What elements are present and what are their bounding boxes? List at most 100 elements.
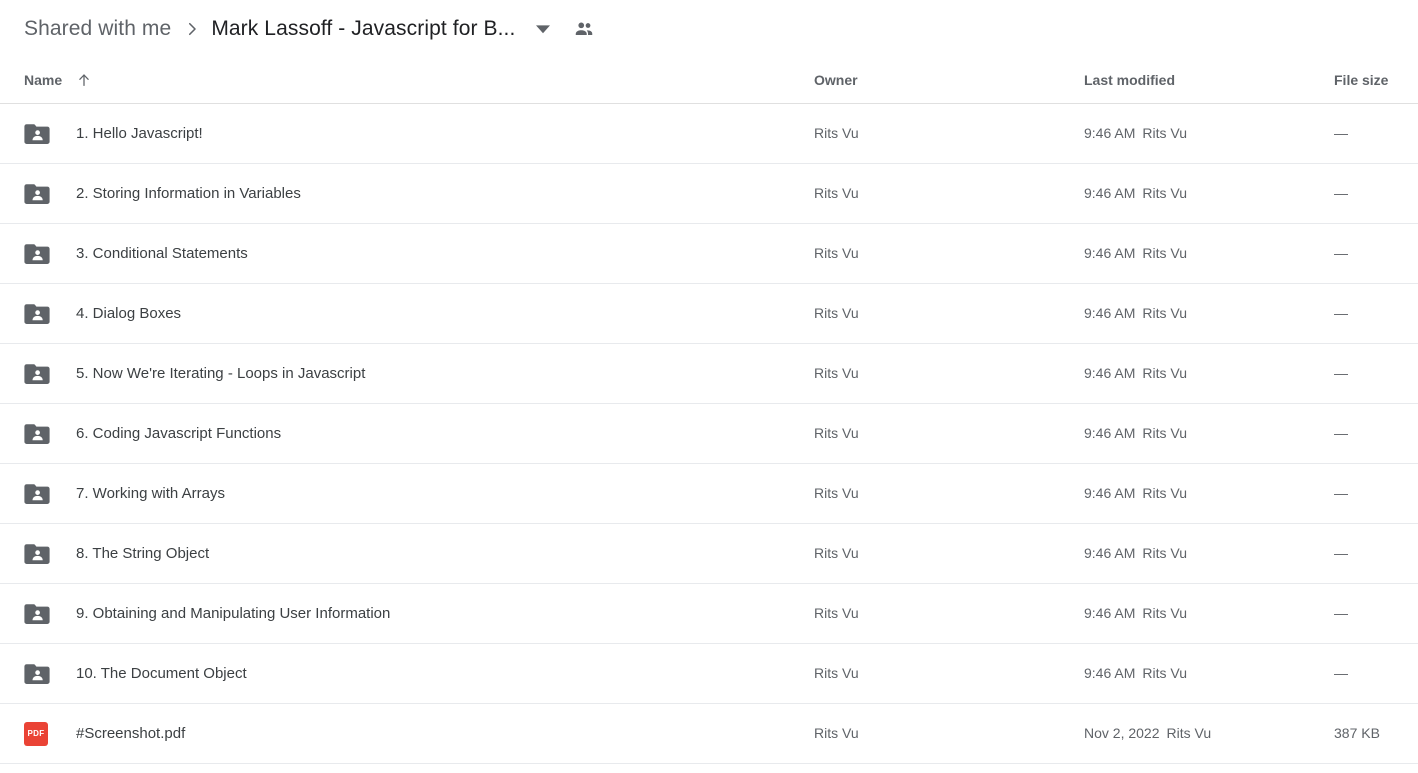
row-name-cell[interactable]: 6. Coding Javascript Functions bbox=[24, 422, 814, 446]
shared-folder-icon bbox=[24, 542, 54, 566]
table-row[interactable]: 10. The Document Object Rits Vu 9:46 AM Rit… bbox=[0, 644, 1418, 704]
column-header-owner[interactable]: Owner bbox=[814, 72, 1084, 88]
row-last-modified-cell: 9:46 AM Rits Vu bbox=[1084, 545, 1334, 563]
shared-folder-icon bbox=[24, 242, 54, 266]
row-modified-by: Rits Vu bbox=[1142, 424, 1187, 441]
row-name-cell[interactable]: 1. Hello Javascript! bbox=[24, 122, 814, 146]
row-file-size-label: — bbox=[1334, 124, 1348, 141]
row-modified-by: Rits Vu bbox=[1166, 724, 1212, 741]
row-file-size-label: — bbox=[1334, 544, 1348, 561]
list-column-header: Name Owner Last modified File size bbox=[0, 57, 1418, 104]
row-owner-cell: Rits Vu bbox=[814, 125, 1084, 143]
row-name-cell[interactable]: 2. Storing Information in Variables bbox=[24, 182, 814, 206]
row-last-modified-cell: 9:46 AM Rits Vu bbox=[1084, 605, 1334, 623]
row-modified-by: Rits Vu bbox=[1142, 304, 1187, 321]
row-owner-label: Rits Vu bbox=[814, 244, 859, 261]
row-owner-label: Rits Vu bbox=[814, 424, 859, 441]
row-modified-by: Rits Vu bbox=[1142, 484, 1187, 501]
row-owner-label: Rits Vu bbox=[814, 724, 859, 741]
row-name-cell[interactable]: 5. Now We're Iterating - Loops in Javasc… bbox=[24, 362, 814, 386]
shared-folder-icon bbox=[24, 182, 54, 206]
shared-folder-icon bbox=[24, 602, 54, 626]
row-last-modified-cell: 9:46 AM Rits Vu bbox=[1084, 485, 1334, 503]
people-shared-icon[interactable] bbox=[571, 16, 597, 42]
row-modified-time: 9:46 AM bbox=[1084, 664, 1136, 681]
row-owner-cell: Rits Vu bbox=[814, 485, 1084, 503]
row-owner-label: Rits Vu bbox=[814, 544, 859, 561]
table-row[interactable]: 4. Dialog Boxes Rits Vu 9:46 AM Rits Vu — bbox=[0, 284, 1418, 344]
row-modified-time: 9:46 AM bbox=[1084, 424, 1136, 441]
row-name-cell[interactable]: 3. Conditional Statements bbox=[24, 242, 814, 266]
pdf-file-icon: PDF bbox=[24, 721, 54, 746]
table-row[interactable]: 9. Obtaining and Manipulating User Infor… bbox=[0, 584, 1418, 644]
row-owner-label: Rits Vu bbox=[814, 484, 859, 501]
table-row[interactable]: 6. Coding Javascript Functions Rits Vu 9:4… bbox=[0, 404, 1418, 464]
row-file-size-label: — bbox=[1334, 484, 1348, 501]
row-modified-time: 9:46 AM bbox=[1084, 544, 1136, 561]
row-last-modified-cell: 9:46 AM Rits Vu bbox=[1084, 425, 1334, 443]
row-owner-cell: Rits Vu bbox=[814, 605, 1084, 623]
table-row[interactable]: 3. Conditional Statements Rits Vu 9:46 AM R… bbox=[0, 224, 1418, 284]
row-file-size-cell: — bbox=[1334, 185, 1412, 203]
row-name-cell[interactable]: 9. Obtaining and Manipulating User Infor… bbox=[24, 602, 814, 626]
row-file-size-label: 387 KB bbox=[1334, 724, 1380, 741]
row-name-cell[interactable]: 7. Working with Arrays bbox=[24, 482, 814, 506]
row-file-size-cell: — bbox=[1334, 125, 1412, 143]
breadcrumb-current-folder[interactable]: Mark Lassoff - Javascript for B... bbox=[211, 16, 515, 42]
row-name-cell[interactable]: 4. Dialog Boxes bbox=[24, 302, 814, 326]
row-name-label: 6. Coding Javascript Functions bbox=[76, 425, 282, 442]
breadcrumb-root[interactable]: Shared with me bbox=[24, 16, 171, 42]
row-name-label: 2. Storing Information in Variables bbox=[76, 185, 301, 202]
row-owner-cell: Rits Vu bbox=[814, 725, 1084, 743]
row-modified-time: 9:46 AM bbox=[1084, 244, 1136, 261]
column-header-name[interactable]: Name bbox=[24, 72, 814, 88]
row-name-label: 7. Working with Arrays bbox=[76, 485, 225, 502]
row-modified-time: 9:46 AM bbox=[1084, 124, 1136, 141]
row-owner-cell: Rits Vu bbox=[814, 425, 1084, 443]
row-name-cell[interactable]: PDF #Screenshot.pdf bbox=[24, 721, 814, 746]
shared-folder-icon bbox=[24, 482, 54, 506]
table-row[interactable]: 1. Hello Javascript! Rits Vu 9:46 AM Rits V… bbox=[0, 104, 1418, 164]
row-name-cell[interactable]: 8. The String Object bbox=[24, 542, 814, 566]
chevron-down-icon[interactable] bbox=[529, 15, 557, 43]
column-header-last-modified[interactable]: Last modified bbox=[1084, 72, 1334, 88]
row-last-modified-cell: 9:46 AM Rits Vu bbox=[1084, 305, 1334, 323]
row-file-size-cell: — bbox=[1334, 545, 1412, 563]
shared-folder-icon bbox=[24, 302, 54, 326]
shared-folder-icon bbox=[24, 362, 54, 386]
row-file-size-cell: — bbox=[1334, 605, 1412, 623]
row-modified-by: Rits Vu bbox=[1142, 244, 1187, 261]
table-row[interactable]: 8. The String Object Rits Vu 9:46 AM Rits V… bbox=[0, 524, 1418, 584]
row-modified-by: Rits Vu bbox=[1142, 664, 1187, 681]
breadcrumb: Shared with me Mark Lassoff - Javascript… bbox=[0, 0, 1418, 57]
table-row[interactable]: PDF #Screenshot.pdf Rits Vu Nov 2, 2022 Rits… bbox=[0, 704, 1418, 764]
row-owner-label: Rits Vu bbox=[814, 604, 859, 621]
row-name-label: 8. The String Object bbox=[76, 545, 210, 562]
row-modified-time: 9:46 AM bbox=[1084, 364, 1136, 381]
table-row[interactable]: 2. Storing Information in Variables Rits … bbox=[0, 164, 1418, 224]
column-header-file-size[interactable]: File size bbox=[1334, 72, 1412, 88]
table-row[interactable]: 7. Working with Arrays Rits Vu 9:46 AM Rits… bbox=[0, 464, 1418, 524]
row-file-size-cell: 387 KB bbox=[1334, 725, 1412, 743]
sort-arrow-up-icon[interactable] bbox=[76, 72, 92, 88]
shared-folder-icon bbox=[24, 422, 54, 446]
shared-folder-icon bbox=[24, 662, 54, 686]
row-file-size-label: — bbox=[1334, 184, 1348, 201]
row-file-size-label: — bbox=[1334, 364, 1348, 381]
chevron-right-icon bbox=[183, 20, 201, 38]
row-owner-cell: Rits Vu bbox=[814, 245, 1084, 263]
row-name-label: 10. The Document Object bbox=[76, 665, 247, 682]
row-last-modified-cell: 9:46 AM Rits Vu bbox=[1084, 185, 1334, 203]
row-owner-cell: Rits Vu bbox=[814, 305, 1084, 323]
row-modified-time: Nov 2, 2022 bbox=[1084, 724, 1160, 741]
row-owner-label: Rits Vu bbox=[814, 664, 859, 681]
row-modified-by: Rits Vu bbox=[1142, 184, 1187, 201]
row-name-cell[interactable]: 10. The Document Object bbox=[24, 662, 814, 686]
table-row[interactable]: 5. Now We're Iterating - Loops in Javasc… bbox=[0, 344, 1418, 404]
row-file-size-label: — bbox=[1334, 304, 1348, 321]
row-modified-by: Rits Vu bbox=[1142, 364, 1187, 381]
row-modified-time: 9:46 AM bbox=[1084, 184, 1136, 201]
row-file-size-label: — bbox=[1334, 244, 1348, 261]
row-modified-by: Rits Vu bbox=[1142, 124, 1187, 141]
row-file-size-label: — bbox=[1334, 424, 1348, 441]
